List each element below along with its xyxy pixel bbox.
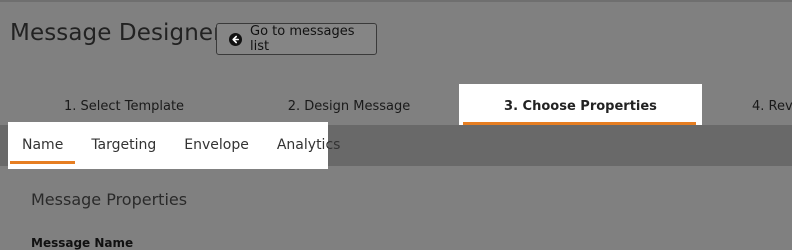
tab-envelope[interactable]: Envelope xyxy=(170,122,263,169)
properties-tabs: Name Targeting Envelope Analytics xyxy=(8,122,340,169)
page-title: Message Designer xyxy=(10,20,223,46)
tab-label: Name xyxy=(22,137,64,153)
tab-name[interactable]: Name xyxy=(8,122,77,169)
tab-label: Targeting xyxy=(91,137,157,153)
go-to-messages-list-label: Go to messages list xyxy=(250,24,355,54)
tab-label: Envelope xyxy=(184,137,249,153)
tab-targeting[interactable]: Targeting xyxy=(77,122,170,169)
top-divider xyxy=(0,0,792,2)
wizard-step-label: 3. Choose Properties xyxy=(504,99,657,114)
wizard-step-label: 2. Design Message xyxy=(287,99,411,114)
tab-analytics[interactable]: Analytics xyxy=(263,122,355,169)
go-to-messages-list-button[interactable]: Go to messages list xyxy=(216,23,377,55)
wizard-step-label: 4. Revi xyxy=(752,99,792,114)
wizard-step-choose-properties[interactable]: 3. Choose Properties xyxy=(459,84,702,129)
wizard-step-review[interactable]: 4. Revi xyxy=(752,84,792,129)
tab-label: Analytics xyxy=(276,137,341,153)
section-title: Message Properties xyxy=(31,190,188,209)
arrow-left-circle-icon xyxy=(229,32,242,46)
message-name-label: Message Name xyxy=(31,236,134,250)
wizard-step-label: 1. Select Template xyxy=(63,99,185,114)
